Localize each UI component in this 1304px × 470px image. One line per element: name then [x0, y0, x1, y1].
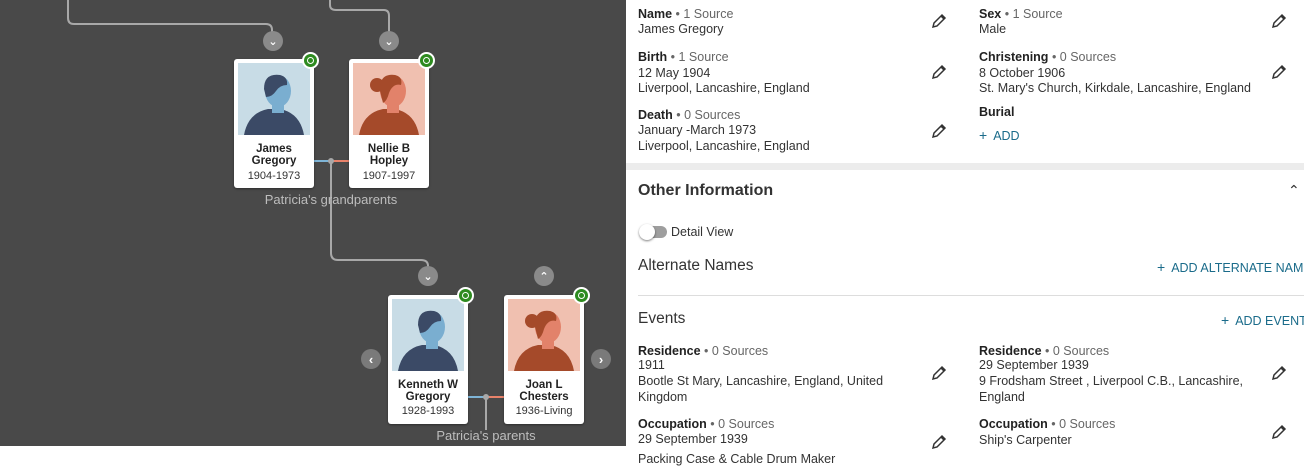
fact-sex-value: Male: [979, 22, 1007, 36]
event-description: Ship's Carpenter: [979, 433, 1072, 447]
fact-christening-label: Christening • 0 Sources: [979, 50, 1117, 64]
next-sibling-button[interactable]: ›: [591, 349, 611, 369]
event-description: Packing Case & Cable Drum Maker: [638, 452, 836, 466]
person-card-nellie-hopley[interactable]: Nellie B Hopley 1907-1997: [349, 59, 429, 188]
event-date: 29 September 1939: [638, 432, 748, 446]
section-divider: [626, 163, 1304, 170]
expand-ancestors-kenneth-button[interactable]: ⌄: [418, 266, 438, 286]
plus-icon: +: [1157, 259, 1166, 275]
event-place: 9 Frodsham Street , Liverpool C.B., Lanc…: [979, 374, 1244, 404]
female-avatar-icon: [508, 299, 580, 371]
event-date: 29 September 1939: [979, 358, 1089, 372]
family-tree-panel[interactable]: ⌄ ⌄ ⌄ ⌃ ‹ › James Gregory 1904-1973 Nelli…: [0, 0, 626, 446]
fact-death-place: Liverpool, Lancashire, England: [638, 139, 810, 153]
edit-event-pencil-icon[interactable]: [1270, 364, 1288, 382]
fact-death-date: January -March 1973: [638, 123, 757, 137]
fact-burial-label: Burial: [979, 105, 1015, 119]
chevron-up-icon: ⌃: [539, 270, 549, 283]
chevron-right-icon: ›: [598, 351, 604, 367]
chevron-down-icon: ⌄: [268, 35, 278, 48]
add-burial-button[interactable]: + ADD: [979, 127, 1020, 143]
event-occupation-label: Occupation • 0 Sources: [979, 417, 1116, 431]
fact-christening-place: St. Mary's Church, Kirkdale, Lancashire,…: [979, 81, 1251, 95]
event-residence-label: Residence • 0 Sources: [979, 344, 1110, 358]
person-years: 1904-1973: [247, 170, 301, 182]
person-name: Joan L Chesters: [519, 379, 569, 403]
person-years: 1936-Living: [515, 405, 573, 417]
plus-icon: +: [979, 127, 988, 143]
detail-view-label: Detail View: [671, 225, 734, 239]
edit-event-pencil-icon[interactable]: [1270, 423, 1288, 441]
person-years: 1928-1993: [401, 405, 455, 417]
event-occupation-label: Occupation • 0 Sources: [638, 417, 775, 431]
person-details-panel: Name • 1 Source James Gregory Sex • 1 So…: [626, 0, 1304, 470]
parents-label: Patricia's parents: [436, 428, 536, 443]
person-card-james-gregory[interactable]: James Gregory 1904-1973: [234, 59, 314, 188]
edit-event-pencil-icon[interactable]: [930, 433, 948, 451]
fact-name-value: James Gregory: [638, 22, 724, 36]
events-title: Events: [638, 310, 686, 327]
edit-event-pencil-icon[interactable]: [930, 364, 948, 382]
chevron-down-icon: ⌄: [384, 35, 394, 48]
chevron-left-icon: ‹: [368, 351, 374, 367]
previous-sibling-button[interactable]: ‹: [361, 349, 381, 369]
hint-leaf-icon[interactable]: [573, 287, 590, 304]
hint-leaf-icon[interactable]: [457, 287, 474, 304]
collapse-section-chevron-up-icon[interactable]: ⌃: [1288, 182, 1300, 199]
fact-birth-place: Liverpool, Lancashire, England: [638, 81, 810, 95]
divider: [638, 295, 1304, 296]
fact-christening-date: 8 October 1906: [979, 66, 1066, 80]
person-card-joan-chesters[interactable]: Joan L Chesters 1936-Living: [504, 295, 584, 424]
expand-ancestors-nellie-button[interactable]: ⌄: [379, 31, 399, 51]
event-date: 1911: [638, 358, 665, 372]
fact-birth-date: 12 May 1904: [638, 66, 711, 80]
event-residence-label: Residence • 0 Sources: [638, 344, 769, 358]
collapse-joan-button[interactable]: ⌃: [534, 266, 554, 286]
person-name: Nellie B Hopley: [367, 143, 411, 167]
person-name: James Gregory: [251, 143, 297, 167]
grandparents-label: Patricia's grandparents: [264, 192, 398, 207]
chevron-down-icon: ⌄: [423, 270, 433, 283]
male-avatar-icon: [392, 299, 464, 371]
hint-leaf-icon[interactable]: [302, 52, 319, 69]
fact-death-label: Death • 0 Sources: [638, 108, 741, 122]
fact-sex-label: Sex • 1 Source: [979, 7, 1063, 21]
add-alternate-name-button[interactable]: + ADD ALTERNATE NAME: [1157, 259, 1304, 275]
other-information-title: Other Information: [638, 182, 774, 199]
edit-death-pencil-icon[interactable]: [930, 122, 948, 140]
detail-view-toggle[interactable]: [639, 224, 667, 240]
person-card-kenneth-gregory[interactable]: Kenneth W Gregory 1928-1993: [388, 295, 468, 424]
event-place: Bootle St Mary, Lancashire, England, Uni…: [638, 374, 884, 404]
hint-leaf-icon[interactable]: [418, 52, 435, 69]
edit-birth-pencil-icon[interactable]: [930, 63, 948, 81]
female-avatar-icon: [353, 63, 425, 135]
edit-sex-pencil-icon[interactable]: [1270, 12, 1288, 30]
alternate-names-title: Alternate Names: [638, 257, 754, 274]
person-name: Kenneth W Gregory: [397, 379, 459, 403]
add-event-button[interactable]: + ADD EVENT: [1221, 312, 1304, 328]
plus-icon: +: [1221, 312, 1230, 328]
male-avatar-icon: [238, 63, 310, 135]
fact-name-label: Name • 1 Source: [638, 7, 734, 21]
fact-birth-label: Birth • 1 Source: [638, 50, 729, 64]
person-years: 1907-1997: [362, 170, 416, 182]
expand-ancestors-james-button[interactable]: ⌄: [263, 31, 283, 51]
edit-name-pencil-icon[interactable]: [930, 12, 948, 30]
edit-christening-pencil-icon[interactable]: [1270, 63, 1288, 81]
